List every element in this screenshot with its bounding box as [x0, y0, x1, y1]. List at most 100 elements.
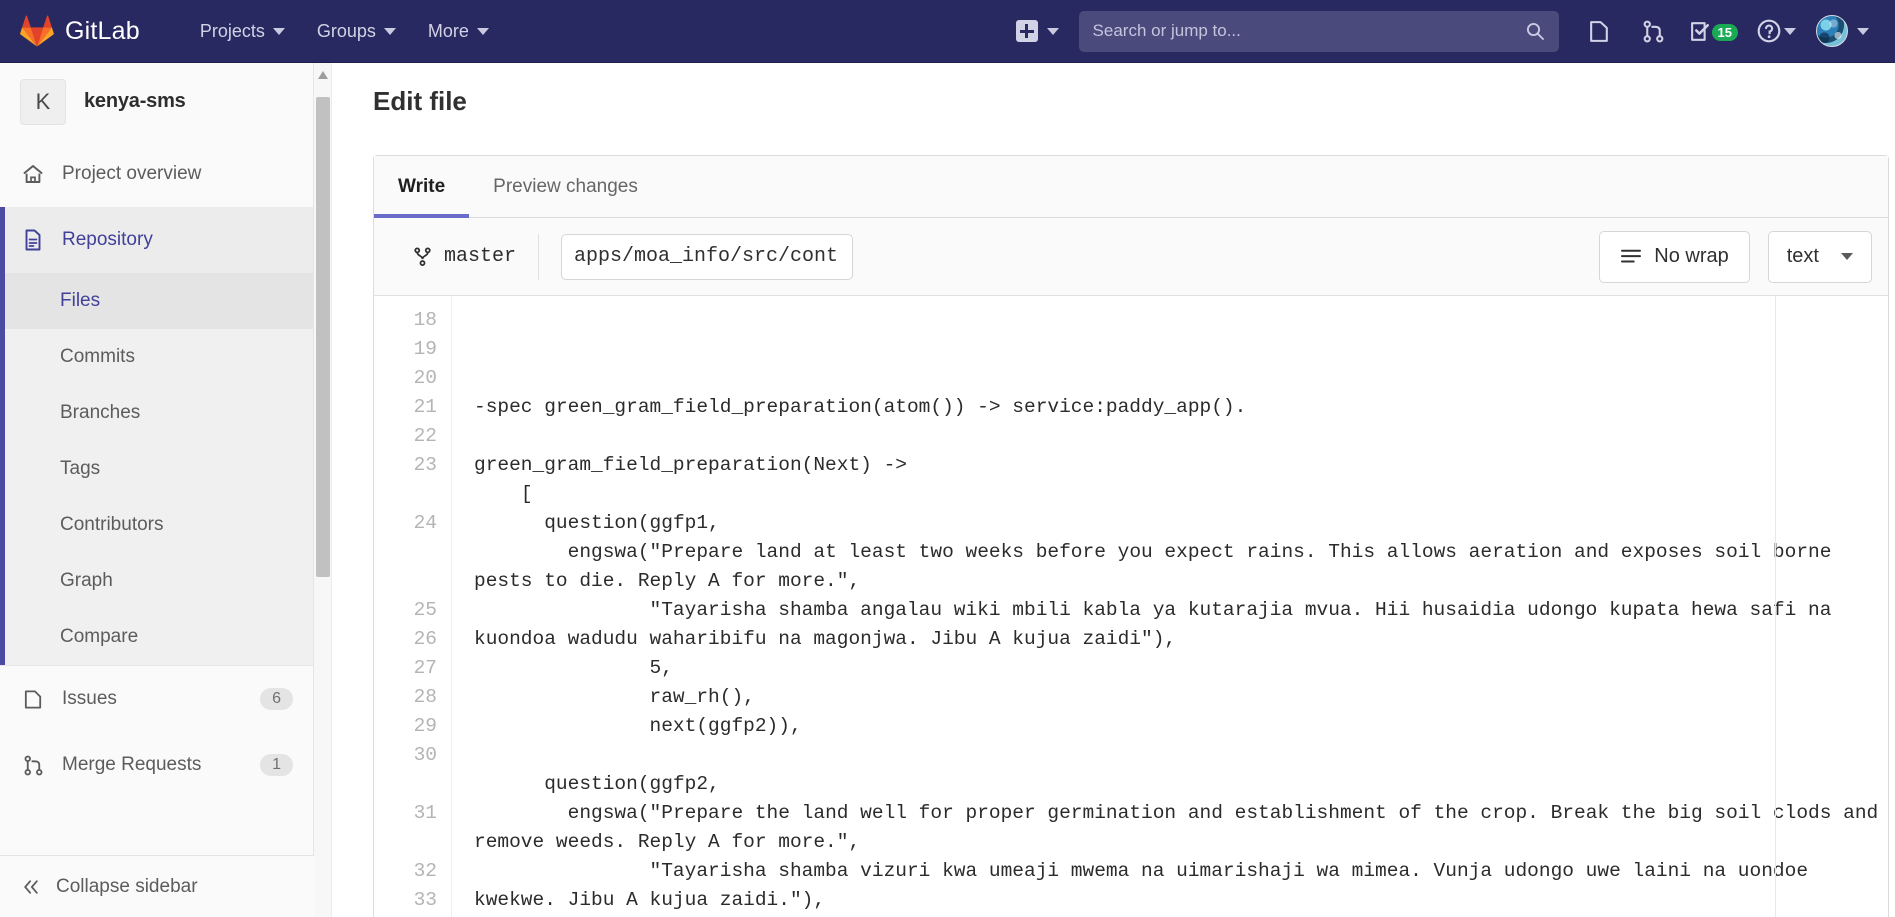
new-item-button[interactable]: [1006, 14, 1069, 48]
sidebar-item-issues[interactable]: Issues 6: [0, 666, 313, 732]
project-header[interactable]: K kenya-sms: [0, 63, 313, 141]
file-mode-select[interactable]: text: [1767, 230, 1872, 283]
line-number: 27: [413, 657, 437, 679]
nav-item-projects[interactable]: Projects: [184, 13, 301, 50]
sidebar-subitem-files[interactable]: Files: [0, 273, 313, 329]
nav-item-projects-label: Projects: [199, 20, 265, 41]
code-line: "Tayarisha shamba vizuri kwa umeaji mwem…: [474, 860, 1820, 911]
line-number: 20: [413, 367, 437, 389]
merge-request-icon: [20, 754, 46, 777]
issues-nav-button[interactable]: [1573, 0, 1627, 63]
merge-requests-count-badge: 1: [260, 754, 293, 776]
line-number-gutter: 18192021222324252627282930313233343536: [374, 296, 452, 917]
chevron-down-icon: [1841, 253, 1853, 260]
line-number: 26: [413, 628, 437, 650]
file-mode-value: text: [1786, 245, 1819, 267]
line-number: 31: [413, 802, 437, 824]
project-name: kenya-sms: [84, 90, 186, 112]
todos-count-badge: 15: [1711, 23, 1738, 41]
tab-preview-changes[interactable]: Preview changes: [469, 156, 662, 217]
code-line: question(ggfp1,: [474, 512, 720, 534]
chevron-down-icon: [1857, 27, 1869, 35]
project-sidebar: K kenya-sms Project overview Repository: [0, 63, 314, 917]
toolbar-right-controls: No wrap text: [1599, 230, 1872, 283]
line-number: 33: [413, 889, 437, 911]
home-icon: [20, 162, 46, 186]
code-line: engswa("Prepare the land well for proper…: [474, 802, 1879, 853]
top-navbar: GitLab Projects Groups More Search or ju…: [0, 0, 1895, 63]
line-number: 23: [413, 454, 437, 476]
no-wrap-label: No wrap: [1654, 245, 1729, 267]
sidebar-subitem-tags[interactable]: Tags: [0, 441, 313, 497]
line-number: 32: [413, 860, 437, 882]
sidebar-item-merge-requests[interactable]: Merge Requests 1: [0, 732, 313, 798]
issues-icon: [20, 688, 46, 711]
sidebar-item-merge-requests-label: Merge Requests: [62, 754, 202, 775]
branch-selector[interactable]: master: [390, 233, 540, 280]
scrollbar-thumb[interactable]: [316, 97, 330, 577]
file-path-input[interactable]: [561, 233, 854, 280]
primary-nav: Projects Groups More: [184, 13, 505, 50]
code-line: 5,: [474, 657, 673, 679]
sidebar-subitem-commits[interactable]: Commits: [0, 329, 313, 385]
line-number: 24: [413, 512, 437, 534]
code-editor[interactable]: 18192021222324252627282930313233343536 -…: [374, 296, 1888, 917]
sidebar-item-project-overview[interactable]: Project overview: [0, 141, 313, 207]
code-line: -spec green_gram_field_preparation(atom(…: [474, 396, 1247, 418]
code-line: green_gram_field_preparation(Next) ->: [474, 454, 907, 476]
chevron-down-icon: [383, 27, 396, 35]
sidebar-item-issues-label: Issues: [62, 688, 117, 709]
no-wrap-button[interactable]: No wrap: [1599, 230, 1750, 283]
line-number: 25: [413, 599, 437, 621]
sidebar-subitem-branches[interactable]: Branches: [0, 385, 313, 441]
merge-requests-nav-button[interactable]: [1627, 0, 1681, 63]
sidebar-subitem-compare[interactable]: Compare: [0, 609, 313, 665]
sidebar-subitem-contributors[interactable]: Contributors: [0, 497, 313, 553]
global-search[interactable]: [1078, 10, 1559, 52]
editor-right-rule: [1775, 296, 1776, 917]
editor-tabs: Write Preview changes: [374, 156, 1888, 218]
code-line: [: [474, 483, 533, 505]
user-menu-button[interactable]: [1806, 0, 1877, 63]
code-line: "Tayarisha shamba angalau wiki mbili kab…: [474, 599, 1844, 650]
todos-nav-button[interactable]: 15: [1681, 0, 1748, 63]
question-circle-icon: [1757, 19, 1781, 43]
code-line: raw_rh(),: [474, 686, 755, 708]
code-line: engswa("Prepare land at least two weeks …: [474, 541, 1844, 592]
search-input[interactable]: [1092, 21, 1525, 41]
brand-title: GitLab: [65, 16, 140, 45]
issues-icon: [1590, 20, 1608, 42]
editor-toolbar: master No wrap text: [374, 218, 1888, 296]
help-nav-button[interactable]: [1748, 0, 1806, 63]
nav-item-more[interactable]: More: [412, 13, 505, 50]
branch-fork-icon: [414, 247, 431, 266]
repository-subnav: Files Commits Branches Tags Contributors…: [0, 273, 313, 665]
gitlab-logo-link[interactable]: GitLab: [20, 15, 140, 47]
scroll-up-arrow-icon[interactable]: [318, 71, 328, 79]
chevron-down-icon: [1784, 27, 1796, 35]
page-scrollbar[interactable]: [314, 63, 332, 917]
navbar-right-controls: 15: [1006, 0, 1895, 62]
sidebar-subitem-graph[interactable]: Graph: [0, 553, 313, 609]
code-line: next(ggfp2)),: [474, 715, 802, 737]
file-editor-card: Write Preview changes master apps/moa_in…: [373, 155, 1889, 917]
collapse-sidebar-button[interactable]: Collapse sidebar: [0, 855, 314, 917]
sidebar-item-repository[interactable]: Repository: [0, 207, 313, 273]
branch-name: master: [444, 245, 517, 268]
line-number: 18: [413, 309, 437, 331]
code-text-area[interactable]: -spec green_gram_field_preparation(atom(…: [452, 296, 1888, 917]
tab-write[interactable]: Write: [374, 156, 470, 218]
nav-item-groups-label: Groups: [316, 20, 376, 41]
line-number: 30: [413, 744, 437, 766]
document-icon: [20, 228, 46, 252]
line-number: 29: [413, 715, 437, 737]
avatar: [1816, 15, 1848, 47]
search-icon: [1526, 22, 1544, 40]
chevron-down-icon: [476, 27, 489, 35]
page-title: Edit file: [373, 86, 467, 116]
double-chevron-left-icon: [24, 879, 38, 894]
nav-item-groups[interactable]: Groups: [301, 13, 412, 50]
project-avatar: K: [20, 78, 66, 125]
